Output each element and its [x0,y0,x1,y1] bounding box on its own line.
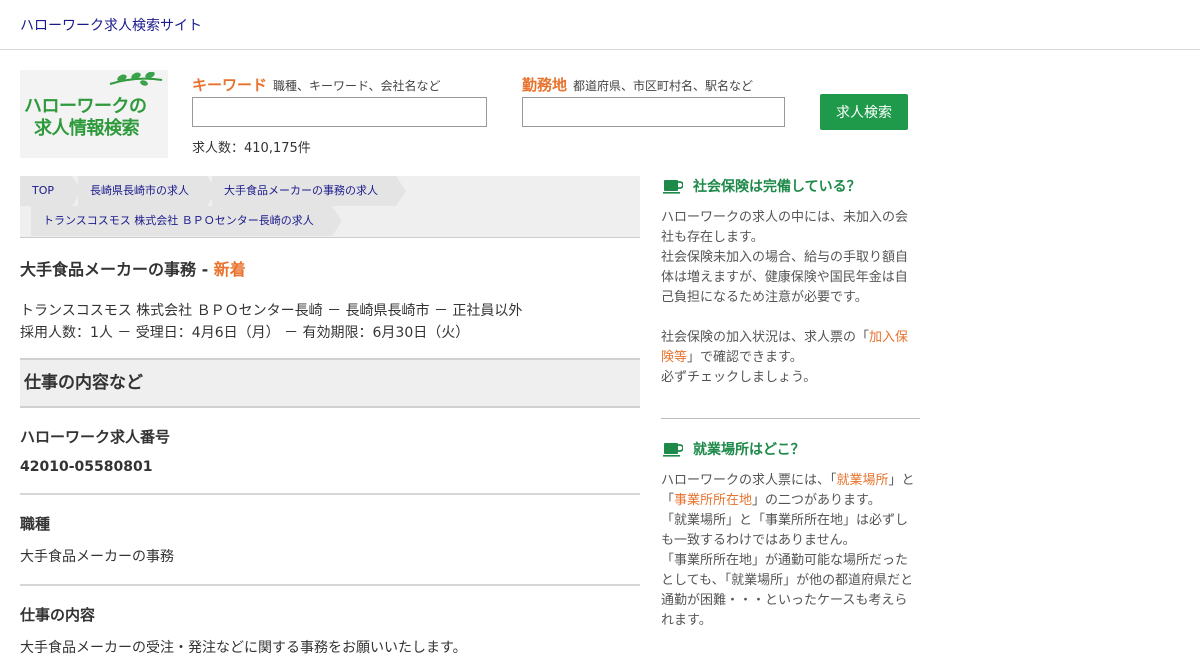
location-hint: 都道府県、市区町村名、駅名など [573,79,754,93]
job-title: 大手食品メーカーの事務 - 新着 [20,256,640,280]
breadcrumb-company[interactable]: トランスコスモス 株式会社 ＢＰＯセンター長崎の求人 [31,206,342,236]
workplace-p1: ハローワークの求人票には、「就業場所」と「事業所所在地」の二つがあります。 [661,471,920,511]
workplace-heading: 就業場所はどこ？ [661,439,920,461]
insurance-p4: 必ずチェックしましょう。 [661,370,817,385]
insurance-p3-post: 」で確認できます。 [687,350,803,365]
occupation-value: 大手食品メーカーの事務 [20,549,174,565]
sidebar: 社会保険は完備している？ ハローワークの求人の中には、未加入の会社も存在します。… [661,176,920,631]
insurance-heading-text: 社会保険は完備している？ [693,179,861,195]
workplace-link[interactable]: 就業場所 [837,473,889,488]
insurance-heading: 社会保険は完備している？ [661,176,920,198]
occupation-label: 職種 [20,515,51,533]
workplace-p1-pre: ハローワークの求人票には、「 [661,473,837,488]
cup-icon [663,180,683,194]
insurance-text: ハローワークの求人の中には、未加入の会社も存在します。 社会保険未加入の場合、給… [661,208,920,388]
job-meta-line2: 採用人数：1人 － 受理日：4月6日（月） － 有効期限：6月30日（火） [20,325,470,341]
leaf-icon [109,72,163,86]
cup-icon [663,443,683,457]
breadcrumb-top[interactable]: TOP [20,176,83,206]
logo-line2: 求人情報検索 [34,118,140,139]
insurance-p3: 社会保険の加入状況は、求人票の「加入保険等」で確認できます。 [661,328,920,368]
job-count: 求人数：410,175件 [192,141,311,156]
site-title-link[interactable]: ハローワーク求人検索サイト [20,15,202,35]
insurance-p2: 社会保険未加入の場合、給与の手取り額自体は増えますが、健康保険や国民年金は自己負… [661,250,909,305]
search-button[interactable]: 求人検索 [820,94,908,130]
workplace-p3: 「事業所所在地」が通勤可能な場所だったとしても、「就業場所」が他の都道府県だと通… [661,553,914,628]
workplace-p2: 「就業場所」と「事業所所在地」は必ずしも一致するわけではありません。 [661,513,909,548]
search-area: ハローワークの 求人情報検索 キーワード 職種、キーワード、会社名など 勤務地 … [0,50,1200,175]
section-heading: 仕事の内容など [20,358,640,408]
keyword-input[interactable] [192,97,487,127]
breadcrumb: TOP 長崎県長崎市の求人 大手食品メーカーの事務の求人 トランスコスモス 株式… [20,176,640,238]
workplace-text: ハローワークの求人票には、「就業場所」と「事業所所在地」の二つがあります。 「就… [661,471,920,631]
divider [20,584,640,586]
divider [20,493,640,495]
new-badge: 新着 [213,260,246,279]
keyword-label: キーワード [192,76,268,94]
job-number-value: 42010-05580801 [20,459,153,475]
workplace-heading-text: 就業場所はどこ？ [693,442,805,458]
job-title-text: 大手食品メーカーの事務 - [20,260,214,279]
insurance-p1: ハローワークの求人の中には、未加入の会社も存在します。 [661,210,909,245]
workplace-p1-post: 」の二つがあります。 [752,493,881,508]
office-location-link[interactable]: 事業所所在地 [674,493,752,508]
job-meta-line1: トランスコスモス 株式会社 ＢＰＯセンター長崎 － 長崎県長崎市 － 正社員以外 [20,303,523,319]
job-description-value: 大手食品メーカーの受注・発注などに関する事務をお願いいたします。 [20,640,467,656]
site-logo[interactable]: ハローワークの 求人情報検索 [20,70,168,158]
location-label: 勤務地 [522,76,568,94]
top-bar: ハローワーク求人検索サイト [0,0,1200,50]
breadcrumb-city[interactable]: 長崎県長崎市の求人 [78,176,217,206]
main-content: TOP 長崎県長崎市の求人 大手食品メーカーの事務の求人 トランスコスモス 株式… [20,176,640,657]
job-number-label: ハローワーク求人番号 [20,428,171,446]
keyword-hint: 職種、キーワード、会社名など [273,79,441,93]
sidebar-divider [661,418,920,419]
location-input[interactable] [522,97,785,127]
job-description-label: 仕事の内容 [20,606,96,624]
insurance-p3-pre: 社会保険の加入状況は、求人票の「 [661,330,870,345]
job-meta: トランスコスモス 株式会社 ＢＰＯセンター長崎 － 長崎県長崎市 － 正社員以外… [20,300,640,344]
breadcrumb-occupation[interactable]: 大手食品メーカーの事務の求人 [212,176,406,206]
